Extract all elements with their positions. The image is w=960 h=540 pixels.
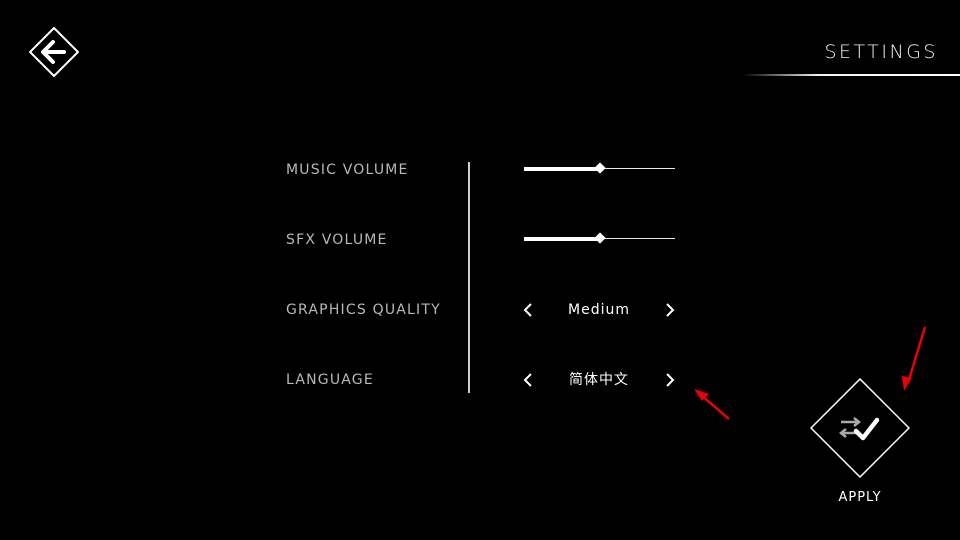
language-next-button[interactable] [663, 372, 677, 388]
sfx-volume-label: SFX VOLUME [286, 232, 388, 248]
chevron-right-icon [666, 303, 675, 317]
sfx-volume-slider[interactable] [524, 232, 675, 245]
graphics-quality-value: Medium [568, 302, 630, 318]
apply-check-icon [810, 378, 910, 478]
graphics-quality-label: GRAPHICS QUALITY [286, 302, 441, 318]
music-volume-label: MUSIC VOLUME [286, 162, 409, 178]
annotation-arrow-language [694, 389, 730, 420]
music-volume-slider[interactable] [524, 162, 675, 175]
back-arrow-icon [29, 27, 79, 77]
graphics-quality-next-button[interactable] [663, 302, 677, 318]
chevron-left-icon [523, 303, 532, 317]
apply-label: APPLY [838, 490, 882, 505]
chevron-left-icon [523, 373, 532, 387]
page-title: SETTINGS [824, 41, 938, 63]
graphics-quality-prev-button[interactable] [521, 302, 535, 318]
chevron-right-icon [666, 373, 675, 387]
column-divider [468, 162, 470, 393]
slider-fill [524, 237, 600, 241]
language-label: LANGUAGE [286, 372, 374, 388]
back-button[interactable] [29, 27, 79, 77]
slider-thumb[interactable] [594, 232, 606, 244]
slider-fill [524, 167, 600, 171]
slider-thumb[interactable] [594, 162, 606, 174]
language-value: 简体中文 [569, 372, 629, 388]
title-underline [742, 74, 960, 76]
language-prev-button[interactable] [521, 372, 535, 388]
apply-button[interactable] [810, 378, 910, 478]
